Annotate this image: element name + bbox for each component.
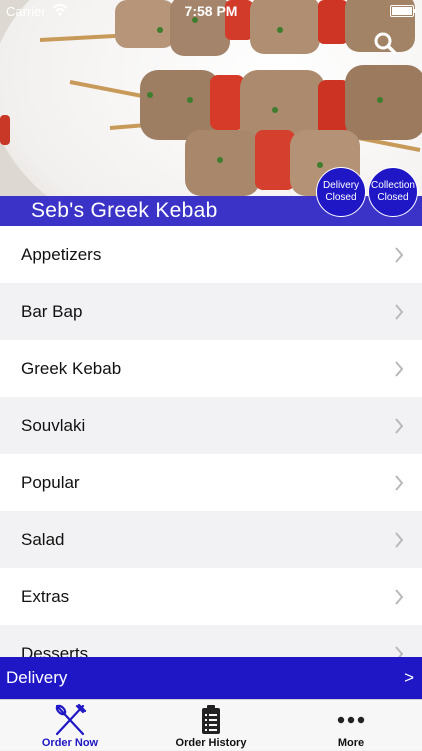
chevron-right-icon — [395, 418, 404, 434]
tab-label: Order Now — [41, 737, 99, 749]
menu-item-label: Souvlaki — [21, 415, 86, 435]
fork-knife-icon — [55, 704, 87, 736]
tab-bar: Order Now Order History More — [0, 699, 422, 750]
delivery-badge-line2: Closed — [325, 192, 357, 203]
tab-more[interactable]: More — [281, 700, 421, 751]
menu-item-souvlaki[interactable]: Souvlaki — [0, 397, 422, 454]
menu-item-label: Appetizers — [21, 244, 102, 264]
chevron-right-icon — [395, 532, 404, 548]
tab-order-history[interactable]: Order History — [141, 700, 281, 751]
receipt-icon — [202, 705, 220, 734]
collection-status-badge: Collection Closed — [368, 167, 418, 217]
menu-item-popular[interactable]: Popular — [0, 454, 422, 511]
chevron-right-icon — [395, 361, 404, 377]
menu-item-label: Popular — [21, 472, 80, 492]
hero-banner: Carrier 7:58 PM Seb's Greek Kebab Delive… — [0, 0, 422, 226]
status-bar: Carrier 7:58 PM — [0, 0, 422, 22]
delivery-mode-bar[interactable]: Delivery > — [0, 657, 422, 699]
menu-item-greek-kebab[interactable]: Greek Kebab — [0, 340, 422, 397]
menu-item-bar-bap[interactable]: Bar Bap — [0, 283, 422, 340]
battery-icon — [390, 5, 416, 17]
menu-item-label: Bar Bap — [21, 301, 83, 321]
tab-label: Order History — [175, 737, 247, 749]
chevron-right-icon — [395, 247, 404, 263]
menu-item-label: Salad — [21, 529, 65, 549]
collection-badge-line2: Closed — [377, 192, 409, 203]
tab-label: More — [337, 737, 365, 749]
delivery-status-badge: Delivery Closed — [316, 167, 366, 217]
search-button[interactable] — [370, 28, 400, 58]
restaurant-name: Seb's Greek Kebab — [31, 199, 218, 222]
tab-order-now[interactable]: Order Now — [0, 700, 140, 751]
chevron-right-icon — [395, 589, 404, 605]
chevron-right-icon — [395, 304, 404, 320]
menu-item-desserts[interactable]: Desserts — [0, 625, 422, 657]
menu-item-label: Greek Kebab — [21, 358, 122, 378]
menu-item-extras[interactable]: Extras — [0, 568, 422, 625]
search-icon — [374, 32, 397, 55]
delivery-mode-arrow: > — [404, 668, 414, 687]
collection-badge-line1: Collection — [371, 180, 415, 191]
chevron-right-icon — [395, 646, 404, 657]
menu-category-list: Appetizers Bar Bap Greek Kebab Souvlaki … — [0, 226, 422, 657]
more-dots-icon — [337, 716, 365, 724]
delivery-badge-line1: Delivery — [322, 180, 360, 191]
menu-item-label: Desserts — [21, 643, 89, 658]
menu-item-appetizers[interactable]: Appetizers — [0, 226, 422, 283]
menu-item-label: Extras — [21, 586, 70, 606]
menu-item-salad[interactable]: Salad — [0, 511, 422, 568]
delivery-mode-label: Delivery — [6, 668, 68, 687]
chevron-right-icon — [395, 475, 404, 491]
status-time: 7:58 PM — [184, 3, 238, 19]
